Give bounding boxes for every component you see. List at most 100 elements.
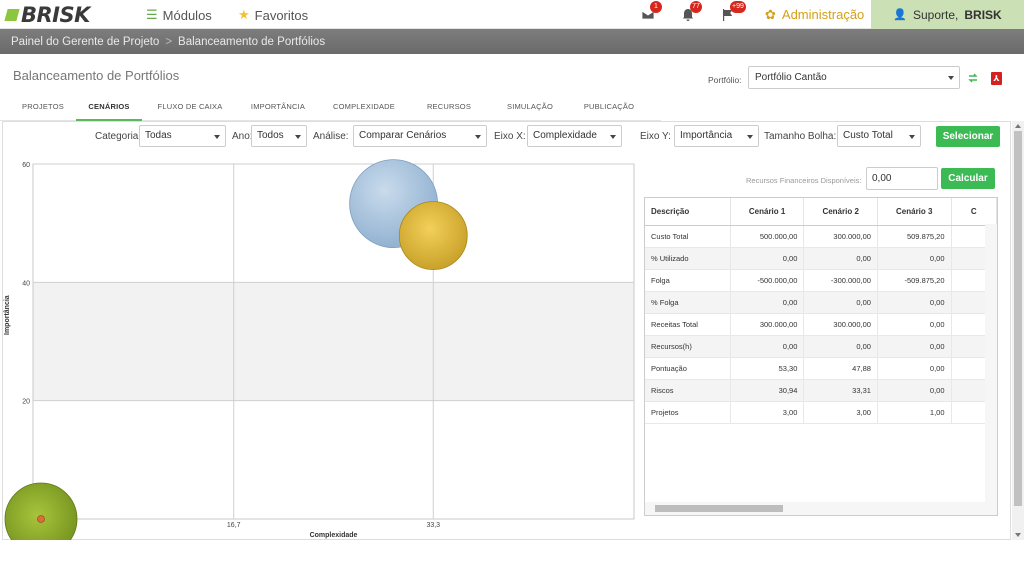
- refresh-icon[interactable]: [967, 72, 979, 84]
- selecionar-button[interactable]: Selecionar: [936, 126, 1000, 147]
- eixo-x-select[interactable]: Complexidade: [527, 125, 622, 147]
- row-label: Recursos(h): [645, 335, 731, 358]
- table-row[interactable]: Projetos 3,00 3,00 1,00: [645, 401, 997, 424]
- eixo-y-value: Importância: [680, 130, 733, 141]
- scroll-down-icon[interactable]: [1015, 533, 1021, 537]
- eixo-x-value: Complexidade: [533, 130, 597, 141]
- tamanho-bolha-select[interactable]: Custo Total: [837, 125, 921, 147]
- scenario-grid: Descrição Cenário 1 Cenário 2 Cenário 3 …: [644, 197, 998, 516]
- ano-value: Todos: [257, 130, 284, 141]
- tab-simulacao[interactable]: SIMULAÇÃO: [488, 97, 572, 121]
- grid-header-cenario-3[interactable]: Cenário 3: [877, 198, 952, 226]
- portfolio-value: Portfólio Cantão: [755, 72, 827, 83]
- ano-select[interactable]: Todos: [251, 125, 307, 147]
- grid-header-row: Descrição Cenário 1 Cenário 2 Cenário 3 …: [645, 198, 997, 226]
- row-label: Custo Total: [645, 225, 731, 248]
- tab-projetos[interactable]: PROJETOS: [10, 97, 76, 121]
- breadcrumb-separator: >: [165, 35, 173, 48]
- grid-vertical-scrollbar[interactable]: [985, 224, 997, 502]
- tab-cenarios[interactable]: CENÁRIOS: [76, 97, 142, 121]
- brisk-logo[interactable]: BRISK: [6, 3, 90, 27]
- x-axis-title: Complexidade: [310, 532, 358, 539]
- categoria-value: Todas: [145, 130, 172, 141]
- table-row[interactable]: Custo Total 500.000,00 300.000,00 509.875,2…: [645, 225, 997, 248]
- breadcrumb-item-dashboard[interactable]: Painel do Gerente de Projeto: [11, 36, 159, 48]
- grid-header-cenario-4[interactable]: C: [951, 198, 997, 226]
- table-row[interactable]: Riscos 30,94 33,31 0,00: [645, 379, 997, 402]
- cell-value: 0,00: [803, 247, 878, 270]
- row-label: Riscos: [645, 379, 731, 402]
- grid-header-descricao[interactable]: Descrição: [645, 198, 731, 226]
- tab-fluxo-de-caixa[interactable]: FLUXO DE CAIXA: [142, 97, 238, 121]
- logo-text: BRISK: [21, 3, 90, 27]
- pdf-export-icon[interactable]: ⅄: [991, 72, 1002, 85]
- calcular-button[interactable]: Calcular: [941, 168, 995, 189]
- eixo-y-label: Eixo Y:: [640, 131, 671, 142]
- tab-importancia[interactable]: IMPORTÂNCIA: [238, 97, 318, 121]
- ano-label: Ano:: [232, 131, 253, 142]
- tab-recursos[interactable]: RECURSOS: [410, 97, 488, 121]
- page-title: Balanceamento de Portfólios: [13, 68, 180, 83]
- eixo-y-select[interactable]: Importância: [674, 125, 759, 147]
- chevron-down-icon: [295, 135, 301, 139]
- cell-value: 300.000,00: [803, 313, 878, 336]
- cell-value: 3,00: [803, 401, 878, 424]
- messages-badge: 1: [650, 1, 662, 13]
- flags-button[interactable]: +99: [721, 1, 746, 22]
- cell-value: 1,00: [877, 401, 952, 424]
- tamanho-bolha-value: Custo Total: [843, 130, 893, 141]
- y-axis-title: Importância: [4, 295, 11, 335]
- row-label: Receitas Total: [645, 313, 731, 336]
- cell-value: 0,00: [730, 335, 805, 358]
- tamanho-bolha-label: Tamanho Bolha:: [764, 131, 837, 142]
- chevron-down-icon: [610, 135, 616, 139]
- y-tick-label: 40: [22, 280, 30, 287]
- cell-value: 300.000,00: [730, 313, 805, 336]
- portfolio-select[interactable]: Portfólio Cantão: [748, 66, 960, 89]
- table-row[interactable]: Receitas Total 300.000,00 300.000,00 0,00: [645, 313, 997, 336]
- grid-horizontal-scrollbar[interactable]: [645, 502, 997, 515]
- analise-label: Análise:: [313, 131, 349, 142]
- cell-value: 30,94: [730, 379, 805, 402]
- table-row[interactable]: % Utilizado 0,00 0,00 0,00: [645, 247, 997, 270]
- cell-value: 47,88: [803, 357, 878, 380]
- cell-value: 509.875,20: [877, 225, 952, 248]
- x-tick-label: 16,7: [227, 522, 241, 529]
- tabs: PROJETOS CENÁRIOS FLUXO DE CAIXA IMPORTÂ…: [10, 97, 646, 121]
- chevron-down-icon: [909, 135, 915, 139]
- table-row[interactable]: Recursos(h) 0,00 0,00 0,00: [645, 335, 997, 358]
- page-scrollbar[interactable]: [1012, 121, 1024, 540]
- tab-publicacao[interactable]: PUBLICAÇÃO: [572, 97, 646, 121]
- recursos-financeiros-input[interactable]: 0,00: [866, 167, 938, 190]
- favorites-menu[interactable]: ★ Favoritos: [238, 7, 308, 23]
- chevron-down-icon: [948, 76, 954, 80]
- table-row[interactable]: Folga -500.000,00 -300.000,00 -509.875,20: [645, 269, 997, 292]
- cell-value: 0,00: [730, 247, 805, 270]
- messages-button[interactable]: 1: [641, 1, 662, 22]
- cell-value: 500.000,00: [730, 225, 805, 248]
- hamburger-icon: ☰: [146, 7, 158, 22]
- chevron-down-icon: [475, 135, 481, 139]
- recursos-financeiros-label: Recursos Financeiros Disponíveis:: [746, 176, 862, 185]
- scroll-thumb[interactable]: [1014, 131, 1022, 506]
- y-tick-label: 20: [22, 399, 30, 406]
- table-row[interactable]: % Folga 0,00 0,00 0,00: [645, 291, 997, 314]
- grid-scroll-thumb[interactable]: [655, 505, 783, 512]
- bubble-chart: 60 40 20 16,7 33,3 Complexidade: [4, 159, 635, 540]
- modules-label: Módulos: [162, 7, 212, 23]
- grid-header-cenario-2[interactable]: Cenário 2: [803, 198, 878, 226]
- grid-header-cenario-1[interactable]: Cenário 1: [730, 198, 805, 226]
- favorites-label: Favoritos: [254, 7, 309, 23]
- scroll-up-icon[interactable]: [1015, 124, 1021, 128]
- user-icon: 👤: [893, 9, 907, 21]
- support-user-menu[interactable]: 👤 Suporte, BRISK: [871, 0, 1024, 29]
- logo-mark-icon: [6, 7, 20, 23]
- table-row[interactable]: Pontuação 53,30 47,88 0,00: [645, 357, 997, 380]
- notifications-button[interactable]: 77: [681, 1, 702, 22]
- notifications-badge: 77: [690, 1, 702, 13]
- analise-select[interactable]: Comparar Cenários: [353, 125, 487, 147]
- modules-menu[interactable]: ☰ Módulos: [146, 7, 212, 23]
- tab-complexidade[interactable]: COMPLEXIDADE: [318, 97, 410, 121]
- categoria-select[interactable]: Todas: [139, 125, 226, 147]
- admin-menu[interactable]: ✿ Administração: [757, 0, 872, 29]
